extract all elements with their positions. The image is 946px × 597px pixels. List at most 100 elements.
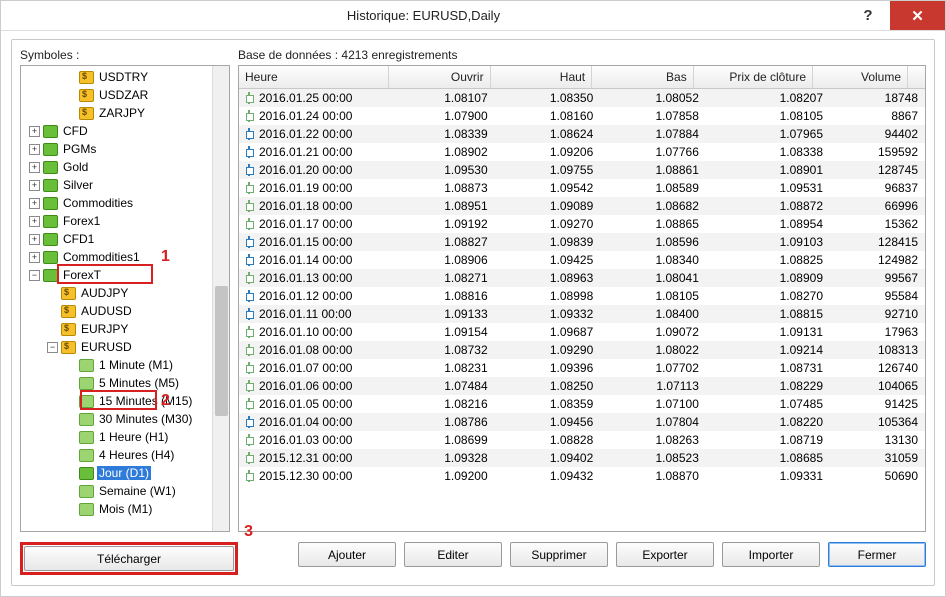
cell-value: 1.09425 — [495, 253, 601, 267]
tree-item-label: Jour (D1) — [97, 466, 151, 480]
tree-item[interactable]: 1 Heure (H1) — [23, 428, 229, 446]
tree-item[interactable]: 1 Minute (M1) — [23, 356, 229, 374]
close-button[interactable]: Fermer — [828, 542, 926, 567]
col-low[interactable]: Bas — [592, 66, 694, 88]
tree-item[interactable]: +CFD1 — [23, 230, 229, 248]
tree-item[interactable]: AUDUSD — [23, 302, 229, 320]
collapse-icon[interactable]: − — [47, 342, 58, 353]
col-time[interactable]: Heure — [239, 66, 389, 88]
add-button[interactable]: Ajouter — [298, 542, 396, 567]
expand-icon[interactable]: + — [29, 126, 40, 137]
tree-item[interactable]: Semaine (W1) — [23, 482, 229, 500]
cell-value: 1.08998 — [495, 289, 601, 303]
table-row[interactable]: 2015.12.30 00:001.092001.094321.088701.0… — [239, 467, 925, 485]
cell-value: 1.08105 — [600, 289, 706, 303]
cell-value: 1.09396 — [495, 361, 601, 375]
table-row[interactable]: 2016.01.10 00:001.091541.096871.090721.0… — [239, 323, 925, 341]
candle-icon — [245, 146, 253, 158]
table-row[interactable]: 2016.01.11 00:001.091331.093321.084001.0… — [239, 305, 925, 323]
tree-item[interactable]: 15 Minutes (M15) — [23, 392, 229, 410]
expand-icon[interactable]: + — [29, 180, 40, 191]
tree-item[interactable]: +Forex1 — [23, 212, 229, 230]
tree-item[interactable]: ZARJPY — [23, 104, 229, 122]
candle-icon — [245, 416, 253, 428]
highlight-box-3: Télécharger 3 — [20, 542, 238, 575]
table-row[interactable]: 2016.01.19 00:001.088731.095421.085891.0… — [239, 179, 925, 197]
table-row[interactable]: 2016.01.18 00:001.089511.090891.086821.0… — [239, 197, 925, 215]
col-open[interactable]: Ouvrir — [389, 66, 491, 88]
export-button[interactable]: Exporter — [616, 542, 714, 567]
table-row[interactable]: 2016.01.05 00:001.082161.083591.071001.0… — [239, 395, 925, 413]
cell-time: 2016.01.03 00:00 — [259, 433, 352, 447]
col-high[interactable]: Haut — [491, 66, 593, 88]
delete-button[interactable]: Supprimer — [510, 542, 608, 567]
expand-icon[interactable]: + — [29, 144, 40, 155]
cell-value: 1.08861 — [600, 163, 706, 177]
tree-item[interactable]: USDTRY — [23, 68, 229, 86]
help-button[interactable]: ? — [846, 1, 890, 30]
table-row[interactable]: 2016.01.24 00:001.079001.081601.078581.0… — [239, 107, 925, 125]
tree-item-label: Silver — [61, 178, 95, 192]
table-row[interactable]: 2016.01.25 00:001.081071.083501.080521.0… — [239, 89, 925, 107]
tree-item[interactable]: +Commodities1 — [23, 248, 229, 266]
table-row[interactable]: 2016.01.07 00:001.082311.093961.077021.0… — [239, 359, 925, 377]
cell-value: 1.08229 — [706, 379, 830, 393]
table-row[interactable]: 2016.01.08 00:001.087321.092901.080221.0… — [239, 341, 925, 359]
tree-item-label: Commodities — [61, 196, 135, 210]
tree-item[interactable]: + Commodities — [23, 194, 229, 212]
col-volume[interactable]: Volume — [813, 66, 908, 88]
expand-icon[interactable]: + — [29, 216, 40, 227]
symbols-tree[interactable]: USDTRYUSDZARZARJPY+CFD+PGMs+Gold+Silver+… — [20, 65, 230, 532]
cell-time: 2016.01.10 00:00 — [259, 325, 352, 339]
edit-button[interactable]: Editer — [404, 542, 502, 567]
table-body[interactable]: 2016.01.25 00:001.081071.083501.080521.0… — [239, 89, 925, 531]
folder-icon — [43, 161, 58, 174]
close-window-button[interactable]: ✕ — [890, 1, 945, 30]
download-button[interactable]: Télécharger — [24, 546, 234, 571]
expand-icon[interactable]: + — [29, 198, 40, 209]
table-row[interactable]: 2016.01.20 00:001.095301.097551.088611.0… — [239, 161, 925, 179]
cell-time: 2016.01.06 00:00 — [259, 379, 352, 393]
tree-item[interactable]: 4 Heures (H4) — [23, 446, 229, 464]
table-row[interactable]: 2016.01.21 00:001.089021.092061.077661.0… — [239, 143, 925, 161]
tree-item[interactable]: 5 Minutes (M5) — [23, 374, 229, 392]
table-row[interactable]: 2016.01.13 00:001.082711.089631.080411.0… — [239, 269, 925, 287]
expand-icon[interactable]: + — [29, 162, 40, 173]
cell-value: 1.08865 — [600, 217, 706, 231]
cell-value: 1.09531 — [706, 181, 830, 195]
table-row[interactable]: 2016.01.06 00:001.074841.082501.071131.0… — [239, 377, 925, 395]
table-row[interactable]: 2016.01.04 00:001.087861.094561.078041.0… — [239, 413, 925, 431]
cell-value: 1.08250 — [495, 379, 601, 393]
cell-time: 2016.01.15 00:00 — [259, 235, 352, 249]
expand-icon[interactable]: + — [29, 234, 40, 245]
table-row[interactable]: 2016.01.03 00:001.086991.088281.082631.0… — [239, 431, 925, 449]
tree-item[interactable]: Jour (D1) — [23, 464, 229, 482]
tree-item[interactable]: +PGMs — [23, 140, 229, 158]
import-button[interactable]: Importer — [722, 542, 820, 567]
tree-item[interactable]: +Gold — [23, 158, 229, 176]
table-row[interactable]: 2016.01.14 00:001.089061.094251.083401.0… — [239, 251, 925, 269]
table-row[interactable]: 2016.01.15 00:001.088271.098391.085961.0… — [239, 233, 925, 251]
tree-item[interactable]: +CFD — [23, 122, 229, 140]
tree-item[interactable]: −ForexT — [23, 266, 229, 284]
tree-item[interactable]: Mois (M1) — [23, 500, 229, 518]
cell-time: 2016.01.07 00:00 — [259, 361, 352, 375]
tree-item[interactable]: 30 Minutes (M30) — [23, 410, 229, 428]
tree-item[interactable]: EURJPY — [23, 320, 229, 338]
cell-value: 1.07485 — [706, 397, 830, 411]
cell-value: 1.07858 — [600, 109, 706, 123]
tree-item[interactable]: USDZAR — [23, 86, 229, 104]
collapse-icon[interactable]: − — [29, 270, 40, 281]
table-row[interactable]: 2016.01.12 00:001.088161.089981.081051.0… — [239, 287, 925, 305]
table-row[interactable]: 2015.12.31 00:001.093281.094021.085231.0… — [239, 449, 925, 467]
table-row[interactable]: 2016.01.22 00:001.083391.086241.078841.0… — [239, 125, 925, 143]
expand-icon[interactable]: + — [29, 252, 40, 263]
cell-value: 1.08902 — [389, 145, 495, 159]
col-close[interactable]: Prix de clôture — [694, 66, 813, 88]
table-header[interactable]: Heure Ouvrir Haut Bas Prix de clôture Vo… — [239, 66, 925, 89]
tree-item[interactable]: −EURUSD — [23, 338, 229, 356]
table-row[interactable]: 2016.01.17 00:001.091921.092701.088651.0… — [239, 215, 925, 233]
cell-time: 2016.01.04 00:00 — [259, 415, 352, 429]
tree-item[interactable]: + Silver — [23, 176, 229, 194]
tree-item[interactable]: AUDJPY — [23, 284, 229, 302]
